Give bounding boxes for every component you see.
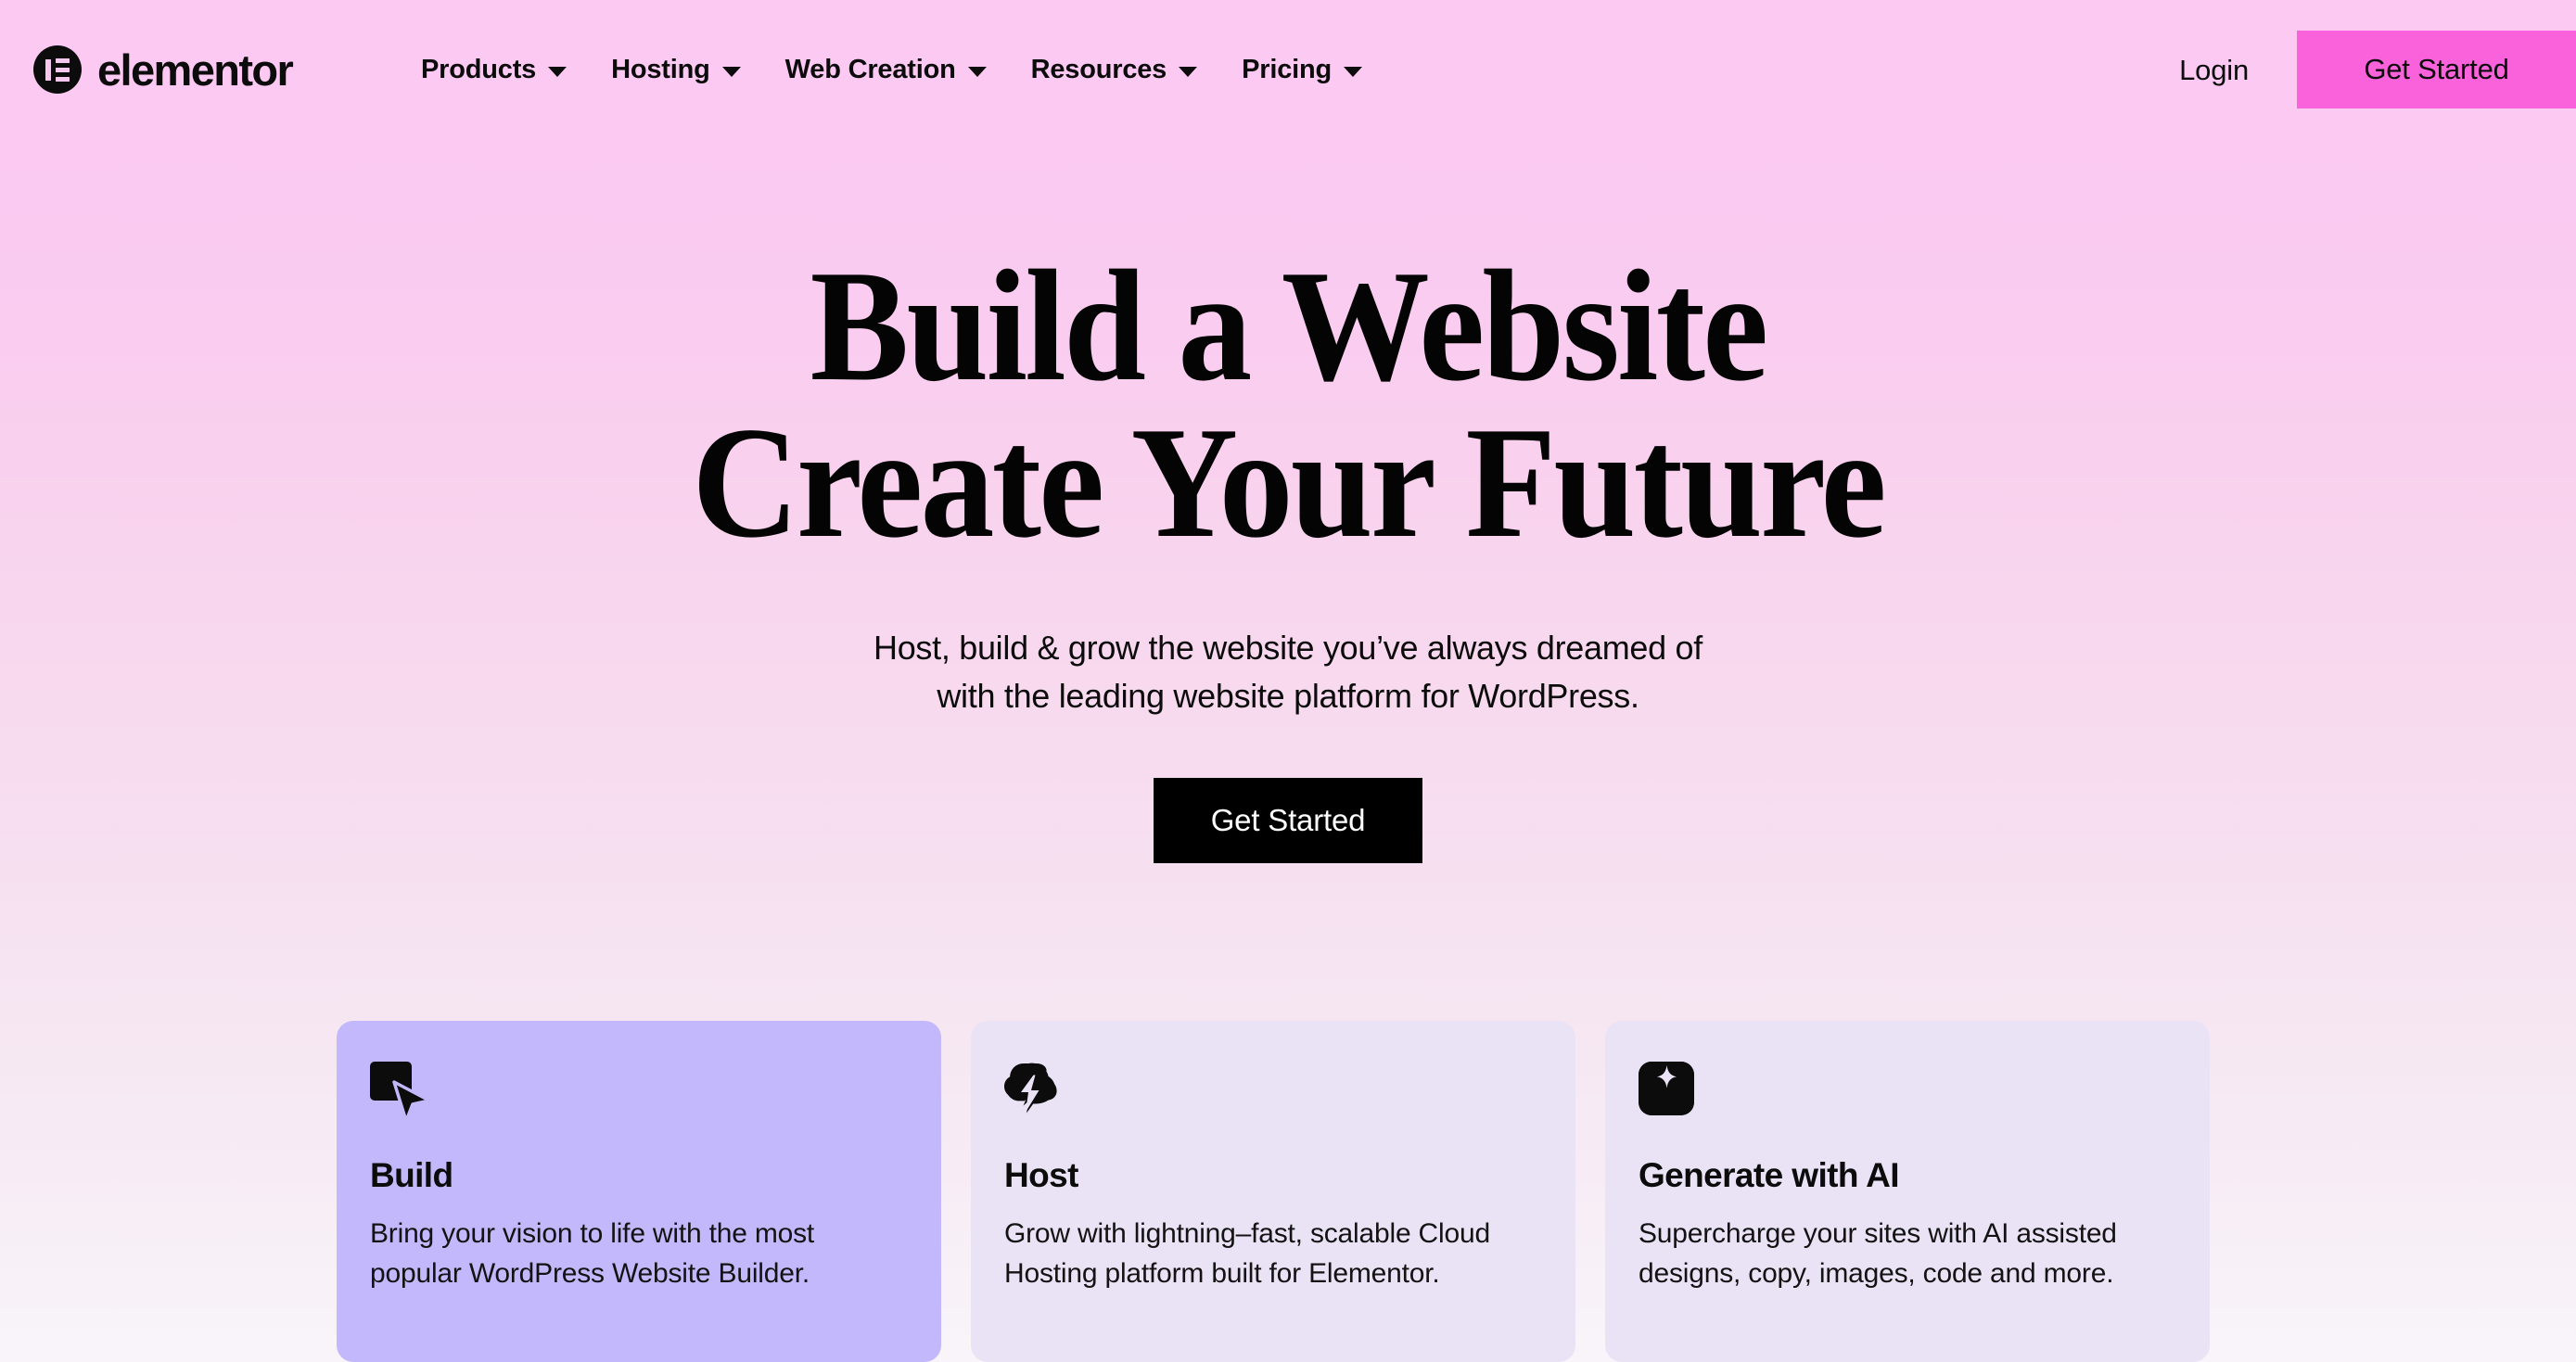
site-header: elementor Products Hosting Web Creation … [0,0,2576,139]
feature-card-desc-line-1: Bring your vision to life with the most [370,1218,815,1249]
cursor-square-icon [370,1062,431,1123]
nav-item-label: Web Creation [784,54,956,84]
hero-cta-wrapper: Get Started [0,778,2576,864]
brand-logo[interactable]: elementor [33,37,294,102]
feature-card-title: Generate with AI [1639,1156,1900,1194]
feature-card-title: Host [1004,1156,1078,1194]
nav-item-products[interactable]: Products [399,37,589,102]
feature-cards: Build Bring your vision to life with the… [337,1021,2239,1362]
chevron-down-icon [1344,66,1363,77]
feature-card-description: Bring your vision to life with the most … [370,1215,908,1293]
feature-card-description: Grow with lightning–fast, scalable Cloud… [1004,1215,1542,1293]
nav-item-web-creation[interactable]: Web Creation [763,37,1009,102]
feature-card-host[interactable]: Host Grow with lightning–fast, scalable … [971,1021,1575,1362]
feature-card-title: Build [370,1156,453,1194]
feature-card-desc-line-1: Grow with lightning–fast, scalable Cloud [1004,1218,1490,1249]
login-link[interactable]: Login [2179,56,2249,84]
feature-card-build[interactable]: Build Bring your vision to life with the… [337,1021,941,1362]
hero-subtitle-line-2: with the leading website platform for Wo… [937,677,1639,716]
feature-card-desc-line-2: Hosting platform built for Elementor. [1004,1257,1440,1289]
hero-title-line-1: Build a Website [810,238,1769,414]
chevron-down-icon [721,66,741,77]
main-navigation: Products Hosting Web Creation Resources … [399,0,1384,139]
hero-title: Build a Website Create Your Future [90,139,2486,571]
feature-card-description: Supercharge your sites with AI assisted … [1639,1215,2176,1293]
brand-name: elementor [97,45,294,95]
get-started-header-button[interactable]: Get Started [2297,31,2576,108]
ai-sparkle-icon [1639,1062,1694,1117]
header-actions: Login Get Started [2179,0,2576,139]
nav-item-hosting[interactable]: Hosting [589,37,763,102]
cloud-lightning-icon [1004,1062,1060,1117]
chevron-down-icon [1179,66,1198,77]
hero-subtitle-line-1: Host, build & grow the website you’ve al… [874,629,1702,668]
nav-item-label: Pricing [1242,54,1333,84]
get-started-hero-button[interactable]: Get Started [1154,778,1422,864]
chevron-down-icon [548,66,567,77]
hero-section: Build a Website Create Your Future Host,… [0,139,2576,864]
feature-card-desc-line-1: Supercharge your sites with AI assisted [1639,1218,2117,1249]
nav-item-pricing[interactable]: Pricing [1219,37,1384,102]
hero-title-line-2: Create Your Future [692,394,1886,571]
nav-item-label: Resources [1030,54,1167,84]
nav-item-label: Products [421,54,537,84]
hero-subtitle: Host, build & grow the website you’ve al… [0,624,2576,720]
nav-item-label: Hosting [611,54,710,84]
feature-card-generate-with-ai[interactable]: Generate with AI Supercharge your sites … [1605,1021,2210,1362]
chevron-down-icon [967,66,987,77]
feature-card-desc-line-2: designs, copy, images, code and more. [1639,1257,2114,1289]
feature-card-desc-line-2: popular WordPress Website Builder. [370,1257,810,1289]
elementor-logo-icon [33,45,82,94]
nav-item-resources[interactable]: Resources [1009,37,1220,102]
